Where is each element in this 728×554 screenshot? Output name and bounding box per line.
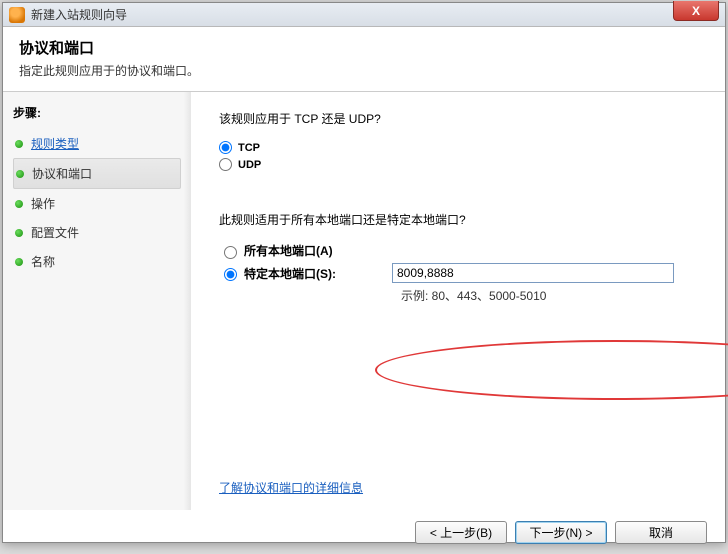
bullet-icon: [15, 140, 23, 148]
specific-ports-input[interactable]: [392, 263, 674, 283]
learn-more[interactable]: 了解协议和端口的详细信息: [219, 479, 363, 496]
wizard-body: 步骤: 规则类型 协议和端口 操作 配置文件 名称: [3, 92, 725, 510]
wizard-footer: < 上一步(B) 下一步(N) > 取消: [3, 510, 725, 554]
radio-all-ports-label: 所有本地端口(A): [244, 242, 333, 259]
protocol-question: 该规则应用于 TCP 还是 UDP?: [219, 110, 705, 127]
wizard-window: 新建入站规则向导 X 协议和端口 指定此规则应用于的协议和端口。 步骤: 规则类…: [2, 2, 726, 543]
radio-tcp-row[interactable]: TCP: [219, 141, 705, 154]
step-label: 规则类型: [31, 135, 79, 152]
step-protocol-ports[interactable]: 协议和端口: [13, 158, 181, 189]
radio-specific-ports[interactable]: [224, 268, 237, 281]
close-button[interactable]: X: [673, 1, 719, 21]
page-subtitle: 指定此规则应用于的协议和端口。: [19, 62, 709, 79]
titlebar: 新建入站规则向导 X: [3, 3, 725, 27]
step-label: 名称: [31, 253, 55, 270]
back-button[interactable]: < 上一步(B): [415, 521, 507, 544]
radio-all-ports-row[interactable]: 所有本地端口(A): [219, 242, 705, 259]
firewall-icon: [9, 7, 25, 23]
wizard-content: 该规则应用于 TCP 还是 UDP? TCP UDP 此规则适用于所有本地端口还…: [191, 92, 725, 510]
bullet-icon: [15, 200, 23, 208]
next-button[interactable]: 下一步(N) >: [515, 521, 607, 544]
radio-specific-ports-row[interactable]: 特定本地端口(S):: [219, 263, 705, 283]
close-icon: X: [692, 4, 700, 18]
step-profile[interactable]: 配置文件: [13, 218, 181, 247]
step-label: 协议和端口: [32, 165, 92, 182]
ports-example: 示例: 80、443、5000-5010: [401, 287, 705, 304]
radio-all-ports[interactable]: [224, 246, 237, 259]
radio-specific-ports-label: 特定本地端口(S):: [244, 265, 336, 282]
cancel-button[interactable]: 取消: [615, 521, 707, 544]
window-title: 新建入站规则向导: [31, 6, 127, 23]
learn-more-link[interactable]: 了解协议和端口的详细信息: [219, 481, 363, 495]
bullet-icon: [16, 170, 24, 178]
step-rule-type[interactable]: 规则类型: [13, 129, 181, 158]
step-action[interactable]: 操作: [13, 189, 181, 218]
radio-udp-row[interactable]: UDP: [219, 158, 705, 171]
annotation-ellipse: [375, 340, 728, 400]
port-section: 此规则适用于所有本地端口还是特定本地端口? 所有本地端口(A) 特定本地端口(S…: [219, 211, 705, 304]
bullet-icon: [15, 258, 23, 266]
step-name[interactable]: 名称: [13, 247, 181, 276]
steps-heading: 步骤:: [13, 104, 181, 121]
steps-sidebar: 步骤: 规则类型 协议和端口 操作 配置文件 名称: [3, 92, 191, 510]
port-question: 此规则适用于所有本地端口还是特定本地端口?: [219, 211, 705, 228]
step-label: 操作: [31, 195, 55, 212]
radio-udp[interactable]: [219, 158, 232, 171]
radio-tcp[interactable]: [219, 141, 232, 154]
radio-udp-label: UDP: [238, 159, 261, 171]
bullet-icon: [15, 229, 23, 237]
step-label: 配置文件: [31, 224, 79, 241]
page-title: 协议和端口: [19, 37, 709, 58]
radio-tcp-label: TCP: [238, 142, 260, 154]
wizard-header: 协议和端口 指定此规则应用于的协议和端口。: [3, 27, 725, 92]
